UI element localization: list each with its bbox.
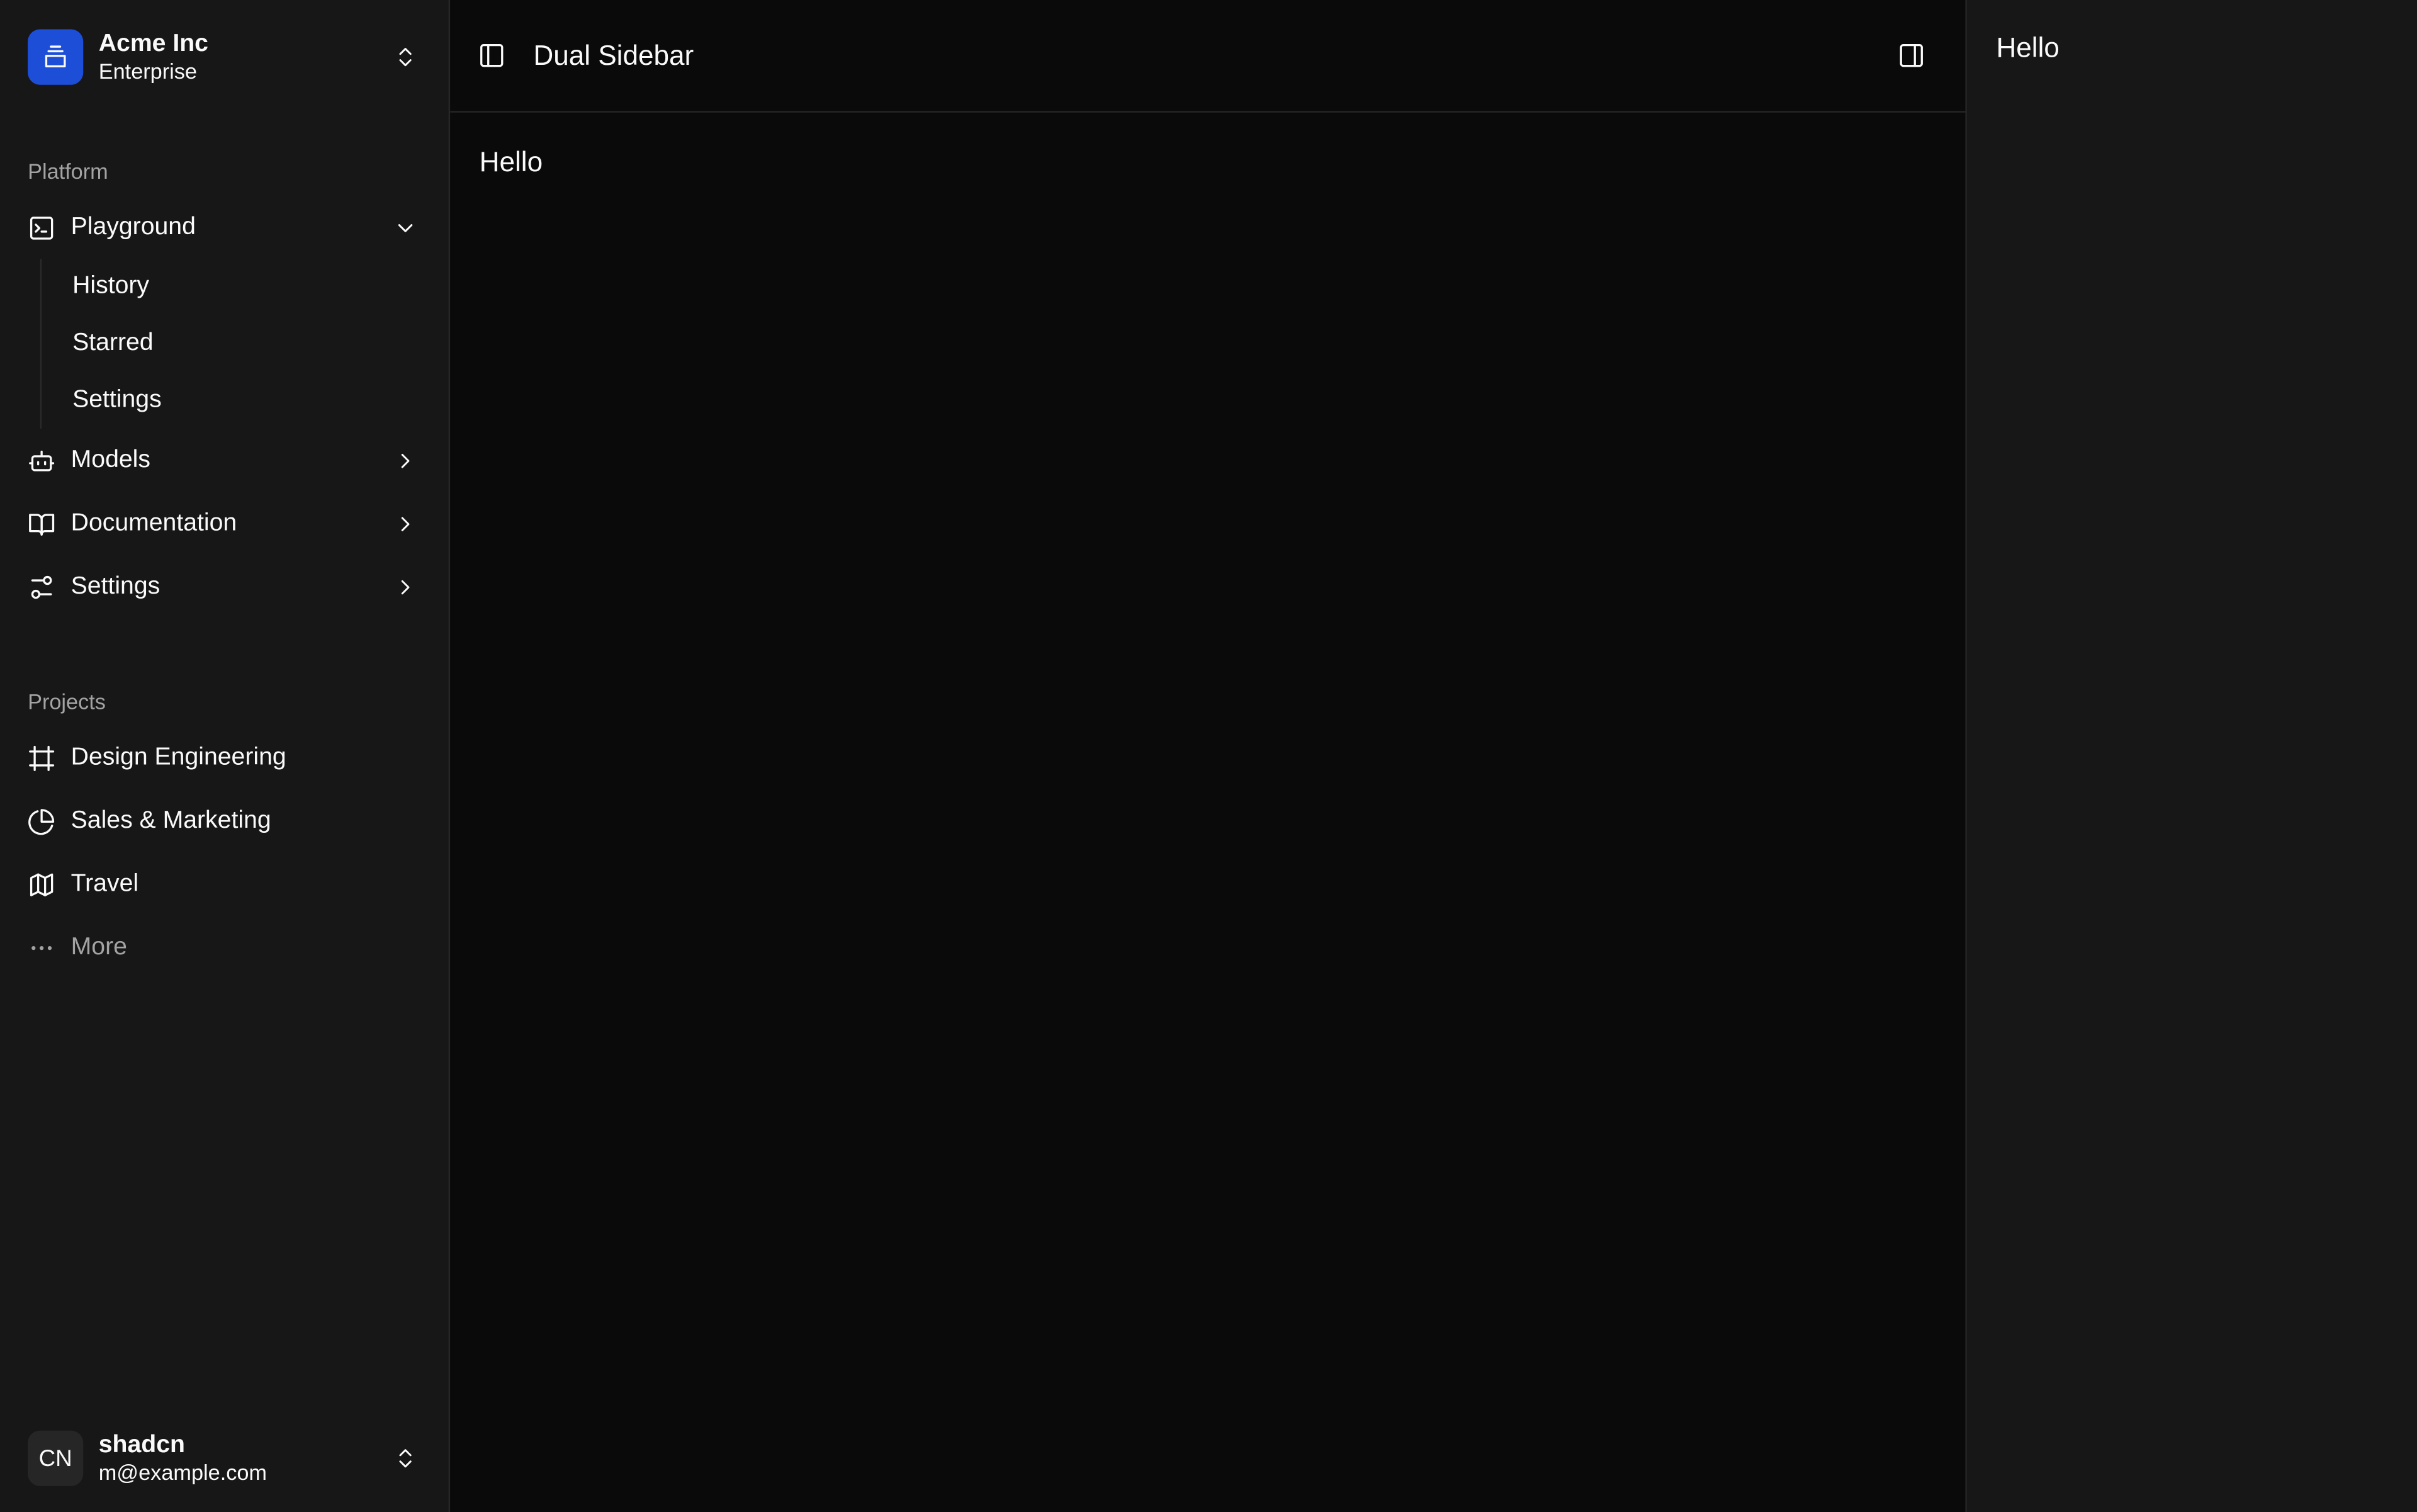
sidebar-item-label: Playground bbox=[70, 213, 196, 240]
submenu-item-settings[interactable]: Settings bbox=[72, 372, 449, 429]
submenu-item-history[interactable]: History bbox=[72, 259, 449, 315]
sidebar-item-label: Models bbox=[70, 446, 150, 473]
book-open-icon bbox=[28, 510, 55, 538]
chevron-right-icon bbox=[401, 453, 410, 468]
project-item-sales-marketing[interactable]: Sales & Marketing bbox=[0, 789, 449, 852]
terminal-square-icon bbox=[28, 213, 55, 241]
settings-sliders-icon bbox=[28, 573, 55, 601]
projects-group-label: Projects bbox=[28, 689, 106, 714]
chevron-down-icon bbox=[398, 223, 413, 232]
sidebar-item-settings[interactable]: Settings bbox=[0, 555, 449, 618]
frame-icon bbox=[28, 744, 55, 772]
project-item-label: Sales & Marketing bbox=[70, 807, 271, 833]
project-item-label: More bbox=[70, 934, 127, 960]
left-sidebar: Acme Inc Enterprise Platform Playground … bbox=[0, 0, 451, 1512]
toggle-left-sidebar-button[interactable] bbox=[478, 42, 505, 69]
playground-submenu: History Starred Settings bbox=[40, 259, 449, 429]
project-item-label: Travel bbox=[70, 870, 139, 897]
chevrons-up-down-icon bbox=[399, 48, 412, 67]
main-content: Hello bbox=[479, 146, 543, 178]
toggle-right-sidebar-button[interactable] bbox=[1898, 42, 1925, 69]
avatar: CN bbox=[28, 1430, 84, 1486]
team-plan: Enterprise bbox=[98, 59, 198, 84]
project-item-label: Design Engineering bbox=[70, 743, 286, 770]
more-horizontal-icon bbox=[28, 934, 55, 961]
sidebar-item-label: Documentation bbox=[70, 509, 237, 536]
page-title: Dual Sidebar bbox=[533, 39, 694, 71]
map-icon bbox=[28, 871, 55, 898]
right-sidebar-content: Hello bbox=[1996, 32, 2059, 64]
chevrons-up-down-icon bbox=[399, 1449, 412, 1468]
main-header: Dual Sidebar bbox=[450, 0, 1966, 113]
sidebar-item-playground[interactable]: Playground bbox=[0, 196, 449, 259]
sidebar-item-label: Settings bbox=[70, 572, 161, 599]
chevron-right-icon bbox=[401, 579, 410, 594]
user-menu[interactable]: CN shadcn m@example.com bbox=[0, 1430, 449, 1486]
bot-icon bbox=[28, 446, 55, 474]
pie-chart-icon bbox=[28, 807, 55, 835]
main-area: Dual Sidebar Hello bbox=[450, 0, 1967, 1512]
user-name: shadcn bbox=[98, 1432, 185, 1458]
project-item-travel[interactable]: Travel bbox=[0, 852, 449, 915]
user-email: m@example.com bbox=[98, 1460, 268, 1485]
panel-right-icon bbox=[1900, 43, 1923, 67]
right-sidebar: Hello bbox=[1966, 0, 2417, 1512]
project-item-more[interactable]: More bbox=[0, 916, 449, 979]
submenu-item-starred[interactable]: Starred bbox=[72, 315, 449, 372]
sidebar-item-models[interactable]: Models bbox=[0, 429, 449, 492]
project-item-design-engineering[interactable]: Design Engineering bbox=[0, 726, 449, 789]
panel-left-icon bbox=[480, 43, 504, 67]
team-name: Acme Inc bbox=[98, 30, 208, 57]
platform-group-label: Platform bbox=[28, 159, 108, 184]
chevron-right-icon bbox=[401, 516, 410, 531]
sidebar-item-documentation[interactable]: Documentation bbox=[0, 492, 449, 555]
team-logo-icon bbox=[28, 29, 84, 85]
team-switcher[interactable]: Acme Inc Enterprise bbox=[0, 0, 449, 88]
